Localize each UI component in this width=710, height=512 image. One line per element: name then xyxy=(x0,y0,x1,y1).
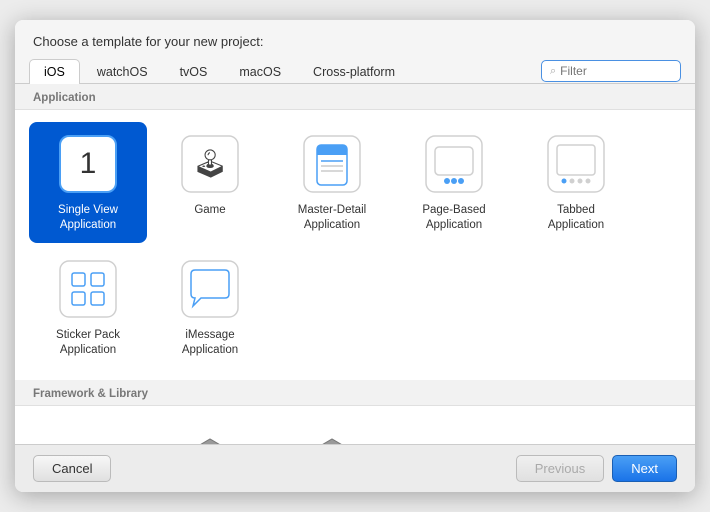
sticker-pack-label: Sticker PackApplication xyxy=(56,328,120,358)
page-based-icon xyxy=(422,132,486,196)
cocoa-touch-framework-icon xyxy=(56,428,120,444)
new-project-dialog: Choose a template for your new project: … xyxy=(15,20,695,492)
game-icon: 🕹 xyxy=(178,132,242,196)
dialog-title: Choose a template for your new project: xyxy=(15,20,695,59)
cocoa-touch-static-icon: Touch xyxy=(178,428,242,444)
template-metal-library[interactable]: Metal Library xyxy=(273,418,391,444)
previous-button[interactable]: Previous xyxy=(516,455,605,482)
nav-buttons: Previous Next xyxy=(516,455,677,482)
template-tabbed[interactable]: TabbedApplication xyxy=(517,122,635,243)
tabs-bar: iOS watchOS tvOS macOS Cross-platform ⌕ xyxy=(15,59,695,84)
tab-tvos[interactable]: tvOS xyxy=(165,59,223,84)
filter-box[interactable]: ⌕ xyxy=(541,60,681,82)
template-cocoa-touch-framework[interactable]: Cocoa TouchFramework xyxy=(29,418,147,444)
template-sticker-pack[interactable]: Sticker PackApplication xyxy=(29,247,147,368)
section-framework-library: Framework & Library xyxy=(15,380,695,406)
template-imessage[interactable]: iMessageApplication xyxy=(151,247,269,368)
next-button[interactable]: Next xyxy=(612,455,677,482)
application-grid: 1 Single ViewApplication 🕹 Game xyxy=(15,110,695,380)
single-view-icon: 1 xyxy=(56,132,120,196)
template-cocoa-touch-static[interactable]: Touch Cocoa TouchStatic Library xyxy=(151,418,269,444)
search-icon: ⌕ xyxy=(550,65,556,78)
svg-text:🕹: 🕹 xyxy=(192,148,228,179)
tab-macos[interactable]: macOS xyxy=(224,59,296,84)
content-area: Application 1 Single ViewApplication xyxy=(15,84,695,444)
tab-cross-platform[interactable]: Cross-platform xyxy=(298,59,410,84)
filter-input[interactable] xyxy=(560,64,672,78)
sticker-pack-icon xyxy=(56,257,120,321)
template-master-detail[interactable]: Master-DetailApplication xyxy=(273,122,391,243)
framework-grid: Cocoa TouchFramework xyxy=(15,406,695,444)
metal-library-icon xyxy=(300,428,364,444)
master-detail-label: Master-DetailApplication xyxy=(298,203,366,233)
imessage-icon xyxy=(178,257,242,321)
tabbed-label: TabbedApplication xyxy=(548,203,604,233)
footer: Cancel Previous Next xyxy=(15,444,695,492)
imessage-label: iMessageApplication xyxy=(182,328,238,358)
single-view-label: Single ViewApplication xyxy=(58,203,118,233)
tab-watchos[interactable]: watchOS xyxy=(82,59,163,84)
tabbed-icon xyxy=(544,132,608,196)
template-page-based[interactable]: Page-BasedApplication xyxy=(395,122,513,243)
template-single-view[interactable]: 1 Single ViewApplication xyxy=(29,122,147,243)
template-game[interactable]: 🕹 Game xyxy=(151,122,269,243)
section-application: Application xyxy=(15,84,695,110)
svg-text:1: 1 xyxy=(80,147,97,180)
page-based-label: Page-BasedApplication xyxy=(422,203,485,233)
master-detail-icon xyxy=(300,132,364,196)
cancel-button[interactable]: Cancel xyxy=(33,455,111,482)
tab-ios[interactable]: iOS xyxy=(29,59,80,84)
game-label: Game xyxy=(194,203,225,218)
